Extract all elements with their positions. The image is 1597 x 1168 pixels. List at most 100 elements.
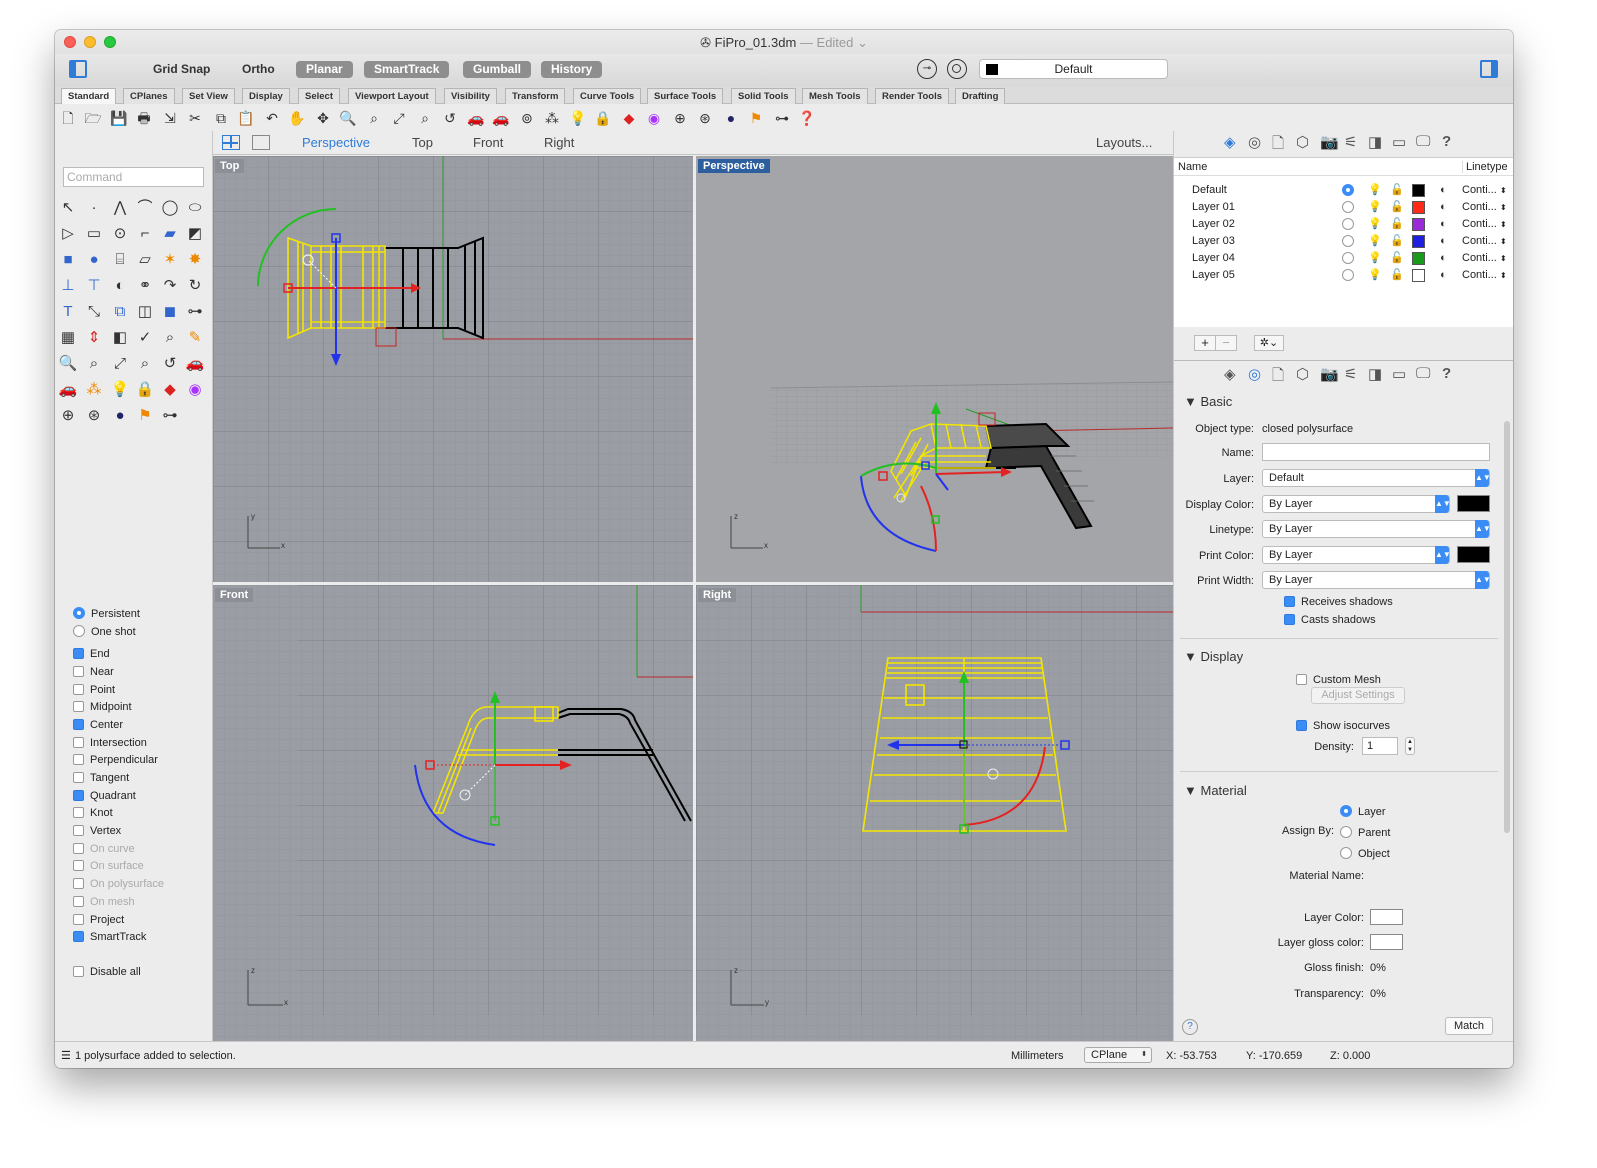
lock-icon[interactable]: 🔓 <box>1390 267 1404 284</box>
pan-icon[interactable]: ✋ <box>288 109 306 127</box>
toggle-left-sidebar-icon[interactable] <box>69 60 87 78</box>
material-icon[interactable]: ◆ <box>620 109 638 127</box>
shaded-sphere-tool-icon[interactable]: ⊛ <box>83 405 105 427</box>
viewport-front[interactable]: zx Front <box>213 585 693 1041</box>
tab-perspective[interactable]: Perspective <box>302 135 370 150</box>
light-panel-icon[interactable]: ⚟ <box>1344 365 1357 383</box>
viewport-label-perspective[interactable]: Perspective <box>698 159 770 173</box>
help-icon[interactable]: ❓ <box>798 109 816 127</box>
camera-panel-icon[interactable]: 📷 <box>1320 133 1339 151</box>
curve-icon[interactable]: ⌒ <box>134 197 156 219</box>
osnap-persistent-radio[interactable]: Persistent <box>73 606 140 622</box>
circle-center-icon[interactable]: ⊙ <box>109 223 131 245</box>
import-icon[interactable]: ⇲ <box>161 109 179 127</box>
help-panel-icon[interactable]: ? <box>1442 133 1451 150</box>
car-ghost-icon[interactable]: 🚗 <box>492 109 510 127</box>
paint-icon[interactable]: ✎ <box>184 327 206 349</box>
car-ghost-tool-icon[interactable]: 🚗 <box>57 379 79 401</box>
zoom-extents-icon[interactable]: ⤢ <box>390 109 408 127</box>
move-icon[interactable]: ⤡ <box>83 301 105 323</box>
show-isocurves-checkbox[interactable]: Show isocurves <box>1296 718 1390 734</box>
help-circle-icon[interactable]: ? <box>1182 1019 1198 1035</box>
rectangle-icon[interactable]: ▭ <box>83 223 105 245</box>
points-icon[interactable]: ⁂ <box>543 109 561 127</box>
tab-display[interactable]: Display <box>242 88 290 104</box>
viewport-label-right[interactable]: Right <box>698 588 737 602</box>
check-icon[interactable]: ✓ <box>134 327 156 349</box>
tab-render-tools[interactable]: Render Tools <box>875 88 949 104</box>
display-color-select[interactable]: By Layer ▲▼ <box>1262 495 1451 513</box>
units-label[interactable]: Millimeters <box>1011 1050 1064 1062</box>
target-icon[interactable] <box>947 59 967 79</box>
linetype-value[interactable]: Conti... <box>1462 182 1497 199</box>
linetype-value[interactable]: Conti... <box>1462 267 1497 284</box>
explode-icon[interactable]: ✸ <box>184 249 206 271</box>
current-layer-radio[interactable] <box>1342 269 1354 281</box>
add-layer-button[interactable]: + <box>1194 335 1216 351</box>
viewport-right[interactable]: zy Right <box>696 585 1173 1041</box>
point-icon[interactable]: · <box>83 197 105 219</box>
flag-icon[interactable]: ⚑ <box>747 109 765 127</box>
cube-panel-icon[interactable]: ⬡ <box>1296 365 1309 383</box>
window-panel-icon[interactable]: ▭ <box>1392 365 1406 383</box>
layer-name[interactable]: Layer 05 <box>1192 267 1235 284</box>
light-bulb-icon[interactable]: 💡 <box>1368 250 1382 267</box>
material-tool-icon[interactable]: ◆ <box>159 379 181 401</box>
lock-icon[interactable]: 🔓 <box>1390 182 1404 199</box>
sphere-group-icon[interactable]: ● <box>83 249 105 271</box>
light-bulb-icon[interactable]: 💡 <box>1368 182 1382 199</box>
layer-name[interactable]: Layer 04 <box>1192 250 1235 267</box>
linetype-select[interactable]: By Layer ▲▼ <box>1262 520 1491 538</box>
render-sphere-tool-icon[interactable]: ● <box>109 405 131 427</box>
grid-snap-button[interactable]: Grid Snap <box>143 61 220 78</box>
edited-indicator[interactable]: — Edited ⌄ <box>800 35 868 50</box>
material-ball-icon[interactable]: ◐ <box>1440 250 1447 267</box>
osnap-tangent-checkbox[interactable]: Tangent <box>73 770 129 786</box>
select-all-icon[interactable]: ⊚ <box>518 109 536 127</box>
join-icon[interactable]: ⚭ <box>134 275 156 297</box>
tab-solid-tools[interactable]: Solid Tools <box>731 88 796 104</box>
density-field[interactable]: 1 <box>1362 737 1398 755</box>
osnap-quadrant-checkbox[interactable]: Quadrant <box>73 788 136 804</box>
single-view-layout-icon[interactable] <box>252 135 270 150</box>
material-ball-icon[interactable]: ◐ <box>1440 182 1447 199</box>
ortho-button[interactable]: Ortho <box>232 61 285 78</box>
layer-name[interactable]: Layer 02 <box>1192 216 1235 233</box>
col-linetype[interactable]: Linetype <box>1462 161 1508 173</box>
lock-icon[interactable]: 🔓 <box>1390 233 1404 250</box>
tab-front[interactable]: Front <box>473 135 503 150</box>
match-button[interactable]: Match <box>1445 1017 1493 1035</box>
zoom-selected-tool-icon[interactable]: ⌕ <box>134 353 156 375</box>
layer-color-swatch[interactable] <box>1412 252 1425 265</box>
layers-panel-icon[interactable]: ◈ <box>1224 365 1236 383</box>
osnap-perpendicular-checkbox[interactable]: Perpendicular <box>73 752 158 768</box>
open-file-icon[interactable]: 🗁 <box>84 109 102 127</box>
cut-icon[interactable]: ✂ <box>186 109 204 127</box>
layer-row[interactable]: Layer 05 💡 🔓 ◐ Conti... ⬍ <box>1174 267 1513 284</box>
copy-tool-icon[interactable]: ⧉ <box>109 301 131 323</box>
dimension-icon[interactable]: ⊶ <box>184 301 206 323</box>
polygon-icon[interactable]: ▷ <box>57 223 79 245</box>
shaded-sphere-icon[interactable]: ⊛ <box>696 109 714 127</box>
layer-row[interactable]: Layer 02 💡 🔓 ◐ Conti... ⬍ <box>1174 216 1513 233</box>
zoom-extents-tool-icon[interactable]: ⤢ <box>109 353 131 375</box>
properties-panel-icon[interactable]: ◎ <box>1248 133 1261 151</box>
surface-icon[interactable]: ▰ <box>159 223 181 245</box>
density-stepper[interactable]: ▲ ▼ <box>1405 737 1415 755</box>
tab-curve-tools[interactable]: Curve Tools <box>573 88 642 104</box>
menu-lines-icon[interactable]: ☰ <box>61 1049 71 1062</box>
col-name[interactable]: Name <box>1178 161 1207 173</box>
osnap-center-checkbox[interactable]: Center <box>73 717 123 733</box>
texture-panel-icon[interactable]: ◨ <box>1368 133 1382 151</box>
layer-row[interactable]: Default 💡 🔓 ◐ Conti... ⬍ <box>1174 182 1513 199</box>
flag-tool-icon[interactable]: ⚑ <box>134 405 156 427</box>
light-bulb-icon[interactable]: 💡 <box>1368 216 1382 233</box>
layer-tool-icon[interactable]: ◧ <box>109 327 131 349</box>
car-icon[interactable]: 🚗 <box>467 109 485 127</box>
osnap-end-checkbox[interactable]: End <box>73 646 110 662</box>
paste-icon[interactable]: 📋 <box>237 109 255 127</box>
lock-icon[interactable]: 🔒 <box>594 109 612 127</box>
layer-gloss-color-swatch[interactable] <box>1370 934 1403 950</box>
lock-icon[interactable]: 🔓 <box>1390 199 1404 216</box>
light-bulb-icon[interactable]: 💡 <box>1368 267 1382 284</box>
